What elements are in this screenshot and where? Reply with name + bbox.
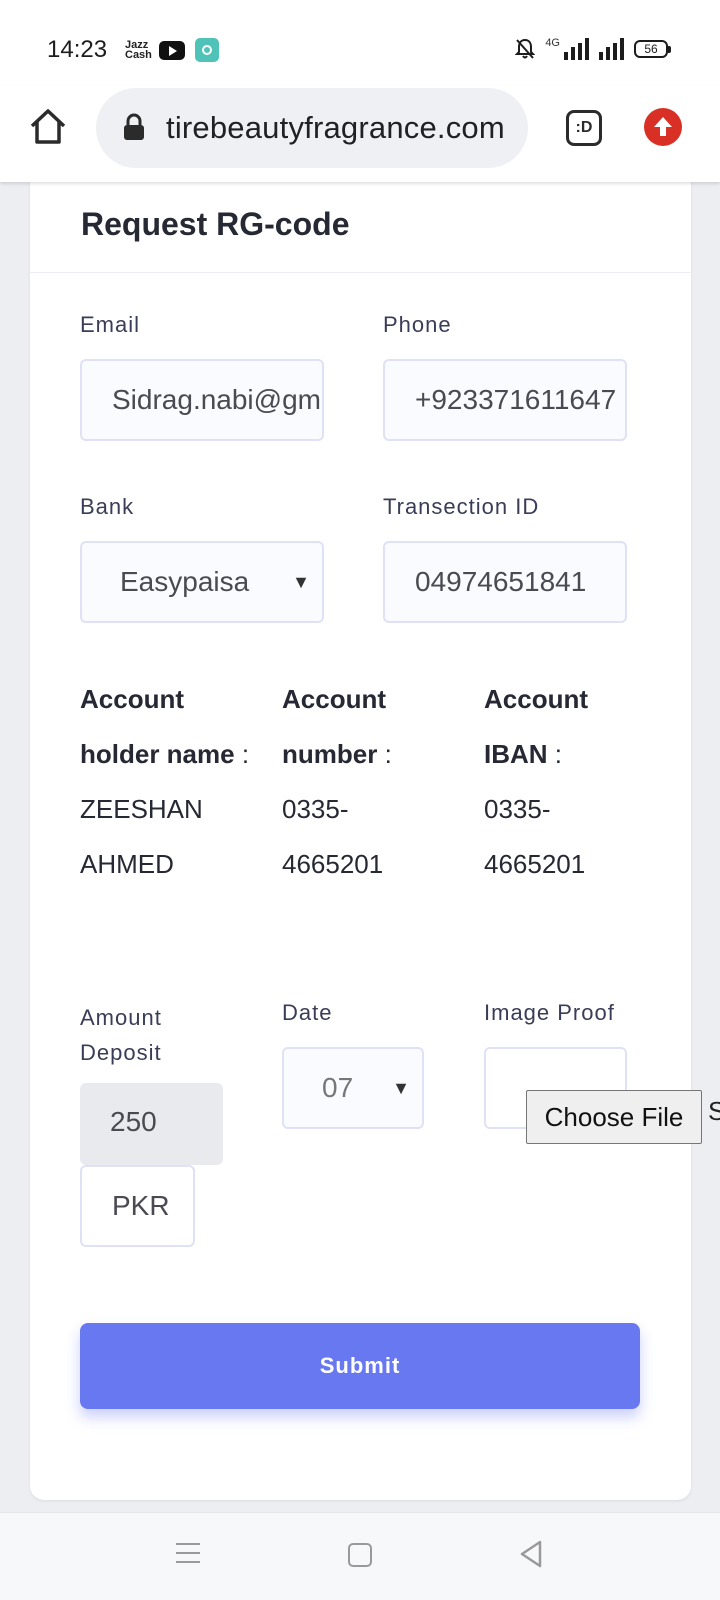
account-number-value-2: 4665201 [282,849,384,879]
account-holder-sep: : [241,739,250,769]
app-icon [195,38,219,62]
account-holder-name-1: ZEESHAN [80,794,203,824]
account-iban-label: Account IBAN [484,684,588,769]
account-number-value-1: 0335- [282,794,349,824]
home-square-icon[interactable] [348,1543,372,1567]
lock-icon [124,113,144,140]
account-holder-name-2: AHMED [80,849,174,879]
image-proof-label: Image Proof [484,1000,615,1025]
youtube-icon [159,40,185,60]
extension-button[interactable] [644,108,682,146]
currency-addon: PKR [80,1165,195,1247]
bell-muted-icon [515,38,536,59]
card-header: Request RG-code [30,170,691,273]
choose-file-button[interactable]: Choose File [526,1090,702,1144]
date-selected-value: 07 [322,1072,354,1103]
amount-label: Amount Deposit [80,1005,162,1065]
system-nav-bar [0,1512,720,1600]
signal-icon [564,38,589,60]
file-status-text: S [708,1096,720,1126]
menu-icon[interactable] [176,1543,200,1567]
page-title: Request RG-code [81,206,350,242]
back-icon[interactable] [518,1539,544,1569]
phone-label: Phone [383,312,452,337]
status-indicators: 4G 56 [515,37,671,60]
browser-toolbar: tirebeautyfragrance.com :D [0,86,720,182]
account-number-info: Account number : 0335- 4665201 [282,672,452,892]
account-iban-value-2: 4665201 [484,849,586,879]
account-holder-info: Account holder name : ZEESHAN AHMED [80,672,260,892]
status-time: 14:23 [47,36,108,63]
submit-button[interactable]: Submit [80,1323,640,1409]
jazzcash-icon: Jazz Cash [125,39,152,61]
bank-selected-value: Easypaisa [120,566,250,597]
email-field[interactable]: Sidrag.nabi@gmail.com [80,359,324,441]
account-holder-label: Account holder name [80,684,235,769]
status-app-icons: Jazz Cash [125,38,219,62]
date-select[interactable]: 07 ▼ [282,1047,424,1129]
transaction-label: Transection ID [383,494,540,519]
transaction-id-field[interactable]: 04974651841 [383,541,627,623]
arrow-up-icon [654,117,672,136]
status-bar: 14:23 Jazz Cash 4G 56 [0,0,720,92]
phone-field[interactable]: +923371611647 [383,359,627,441]
dropdown-arrow-icon: ▼ [392,1078,410,1098]
email-label: Email [80,312,141,337]
request-card: Request RG-code Email Phone Sidrag.nabi@… [30,170,691,1500]
account-iban-value-1: 0335- [484,794,551,824]
home-icon[interactable] [28,106,68,146]
address-bar[interactable]: tirebeautyfragrance.com [96,88,528,168]
account-iban-info: Account IBAN : 0335- 4665201 [484,672,644,892]
tab-switcher-button[interactable]: :D [566,110,602,146]
network-type: 4G [545,37,560,49]
amount-field: 250 [80,1083,223,1165]
bank-label: Bank [80,494,135,519]
account-number-label: Account number [282,684,386,769]
date-label: Date [282,1000,333,1025]
signal-2-icon [599,38,624,60]
dropdown-arrow-icon: ▼ [292,572,310,592]
bank-select[interactable]: Easypaisa ▼ [80,541,324,623]
url-text: tirebeautyfragrance.com [166,110,505,145]
account-number-sep: : [384,739,392,769]
battery-icon: 56 [634,40,671,58]
account-iban-sep: : [554,739,563,769]
